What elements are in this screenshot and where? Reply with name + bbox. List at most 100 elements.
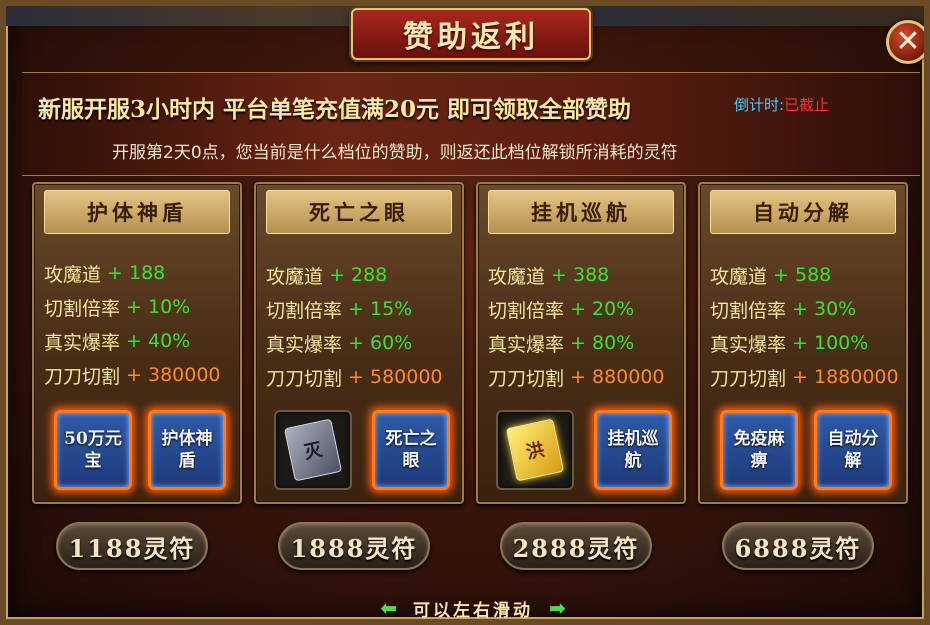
stat-name: 刀刀切割 [488,367,565,390]
banner-headline: 新服开服3小时内 平台单笔充值满20元 即可领取全部赞助 [38,96,632,123]
arrow-left-icon[interactable]: ⬅ [380,596,397,619]
reward-item-paralysis-immunity[interactable]: 免疫麻痹 [720,410,798,490]
tier-title: 自动分解 [753,200,853,225]
tier-card-header: 自动分解 [710,190,896,234]
stat-value: + 20% [570,298,635,320]
dialog-title-plate: 赞助返利 [351,8,591,60]
banner-description: 开服第2天0点，您当前是什么档位的赞助，则返还此档位解锁所消耗的灵符 [112,143,678,163]
stat-row: 刀刀切割 + 1880000 [710,360,902,394]
stat-name: 真实爆率 [488,333,565,356]
reward-item-label: 自动分解 [827,429,879,471]
stat-name: 真实爆率 [266,333,343,356]
stat-value: + 288 [329,264,388,286]
tier-card-1: 护体神盾 攻魔道 + 188 切割倍率 + 10% 真实爆率 + 40% 刀刀切割 + … [32,182,242,504]
talisman-icon: 灭 [283,418,343,482]
reward-item-golden-talisman[interactable]: 洪 [496,410,574,490]
stat-row: 切割倍率 + 10% [44,290,236,324]
stat-name: 攻魔道 [488,265,546,288]
stat-name: 切割倍率 [710,299,787,322]
stat-row: 切割倍率 + 20% [488,292,680,326]
buy-tier-1-button[interactable]: 1188灵符 [56,522,208,570]
tier-stats: 攻魔道 + 388 切割倍率 + 20% 真实爆率 + 80% 刀刀切割 + 88000… [488,258,680,394]
tier-stats: 攻魔道 + 188 切割倍率 + 10% 真实爆率 + 40% 刀刀切割 + 38000… [44,256,236,392]
countdown-label: 倒计时: [734,96,785,114]
stat-value: + 580000 [348,366,443,388]
stat-row: 真实爆率 + 40% [44,324,236,358]
cost-label: 2888灵符 [512,533,640,563]
stat-name: 攻魔道 [266,265,324,288]
tier-card-4: 自动分解 攻魔道 + 588 切割倍率 + 30% 真实爆率 + 100% 刀刀切割 +… [698,182,908,504]
cost-label: 6888灵符 [734,533,862,563]
stat-row: 真实爆率 + 60% [266,326,458,360]
countdown-value: 已截止 [784,96,830,114]
reward-item-label: 50万元宝 [64,429,122,471]
stat-row: 切割倍率 + 30% [710,292,902,326]
stat-value: + 30% [792,298,857,320]
reward-item-auto-cruise[interactable]: 挂机巡航 [594,410,672,490]
tier-title: 护体神盾 [87,200,187,225]
reward-item-yuanbao[interactable]: 50万元宝 [54,410,132,490]
stat-row: 真实爆率 + 80% [488,326,680,360]
reward-item-label: 免疫麻痹 [733,429,785,471]
stat-value: + 15% [348,298,413,320]
stat-name: 攻魔道 [710,265,768,288]
stat-value: + 100% [792,332,869,354]
tier-stats: 攻魔道 + 288 切割倍率 + 15% 真实爆率 + 60% 刀刀切割 + 58000… [266,258,458,394]
stat-value: + 588 [773,264,832,286]
tier-card-header: 挂机巡航 [488,190,674,234]
dialog-title: 赞助返利 [403,20,539,55]
countdown: 倒计时:已截止 [734,94,829,115]
stat-name: 刀刀切割 [266,367,343,390]
stat-row: 刀刀切割 + 580000 [266,360,458,394]
reward-item-auto-decompose[interactable]: 自动分解 [814,410,892,490]
stat-name: 攻魔道 [44,263,102,286]
stat-row: 攻魔道 + 188 [44,256,236,290]
stat-row: 真实爆率 + 100% [710,326,902,360]
close-button[interactable]: ✕ [886,20,924,64]
cost-label: 1888灵符 [290,533,418,563]
stat-value: + 188 [107,262,166,284]
stat-value: + 1880000 [792,366,899,388]
stat-value: + 380000 [126,364,221,386]
stat-name: 真实爆率 [44,331,121,354]
stat-name: 真实爆率 [710,333,787,356]
talisman-glyph: 灭 [302,439,325,464]
stat-name: 刀刀切割 [44,365,121,388]
buy-tier-4-button[interactable]: 6888灵符 [722,522,874,570]
reward-item-label: 挂机巡航 [607,429,659,471]
stat-name: 切割倍率 [266,299,343,322]
stat-value: + 60% [348,332,413,354]
buy-tier-3-button[interactable]: 2888灵符 [500,522,652,570]
reward-item-label: 死亡之眼 [385,429,437,471]
stat-value: + 10% [126,296,191,318]
tier-card-3: 挂机巡航 攻魔道 + 388 切割倍率 + 20% 真实爆率 + 80% 刀刀切割 + … [476,182,686,504]
stat-name: 切割倍率 [488,299,565,322]
sponsor-rebate-dialog: 赞助返利 ✕ 新服开服3小时内 平台单笔充值满20元 即可领取全部赞助 倒计时:… [0,0,930,625]
reward-item-shield[interactable]: 护体神盾 [148,410,226,490]
tier-card-2: 死亡之眼 攻魔道 + 288 切割倍率 + 15% 真实爆率 + 60% 刀刀切割 + … [254,182,464,504]
talisman-glyph: 洪 [524,439,547,464]
stat-value: + 880000 [570,366,665,388]
tier-card-header: 死亡之眼 [266,190,452,234]
reward-item-label: 护体神盾 [161,429,213,471]
golden-talisman-icon: 洪 [505,418,565,482]
cost-label: 1188灵符 [68,533,196,563]
stat-value: + 388 [551,264,610,286]
reward-item-talisman[interactable]: 灭 [274,410,352,490]
tier-card-header: 护体神盾 [44,190,230,234]
arrow-right-icon[interactable]: ➡ [549,596,566,619]
stat-name: 刀刀切割 [710,367,787,390]
stat-row: 刀刀切割 + 380000 [44,358,236,392]
stat-row: 攻魔道 + 388 [488,258,680,292]
stat-row: 攻魔道 + 588 [710,258,902,292]
reward-item-death-eye[interactable]: 死亡之眼 [372,410,450,490]
close-icon: ✕ [895,24,921,59]
tier-title: 挂机巡航 [531,200,631,225]
tier-stats: 攻魔道 + 588 切割倍率 + 30% 真实爆率 + 100% 刀刀切割 + 1880… [710,258,902,394]
stat-name: 切割倍率 [44,297,121,320]
scroll-hint: ⬅ 可以左右滑动 ➡ [356,595,590,621]
stat-row: 攻魔道 + 288 [266,258,458,292]
buy-tier-2-button[interactable]: 1888灵符 [278,522,430,570]
scroll-hint-text: 可以左右滑动 [413,600,533,621]
stat-row: 刀刀切割 + 880000 [488,360,680,394]
